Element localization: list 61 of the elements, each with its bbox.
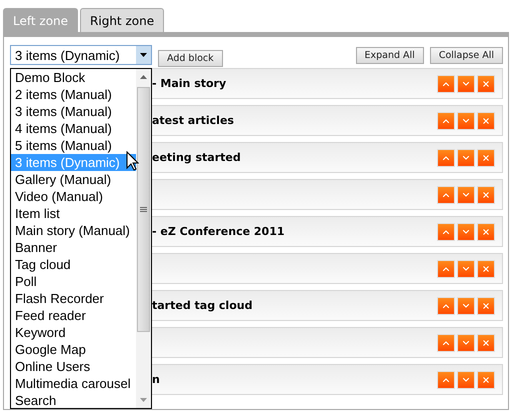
dropdown-option[interactable]: Demo Block (11, 69, 136, 86)
add-block-button[interactable]: Add block (158, 50, 223, 66)
block-type-select[interactable]: 3 items (Dynamic) (10, 45, 152, 65)
dropdown-option[interactable]: Item list (11, 205, 136, 222)
move-down-icon[interactable] (457, 260, 475, 278)
dropdown-option[interactable]: 5 items (Manual) (11, 137, 136, 154)
block-title: n (152, 373, 160, 386)
close-icon[interactable] (477, 74, 495, 92)
dropdown-option[interactable]: 4 items (Manual) (11, 120, 136, 137)
move-up-icon[interactable] (437, 370, 455, 388)
move-down-icon[interactable] (457, 74, 475, 92)
move-down-icon[interactable] (457, 148, 475, 166)
dropdown-option[interactable]: Search (11, 392, 136, 409)
move-up-icon[interactable] (437, 334, 455, 352)
close-icon[interactable] (477, 112, 495, 130)
move-up-icon[interactable] (437, 222, 455, 240)
move-up-icon[interactable] (437, 260, 455, 278)
close-icon[interactable] (477, 186, 495, 204)
close-icon[interactable] (477, 260, 495, 278)
dropdown-option[interactable]: Poll (11, 273, 136, 290)
dropdown-option[interactable]: Online Users (11, 358, 136, 375)
close-icon[interactable] (477, 296, 495, 314)
move-down-icon[interactable] (457, 296, 475, 314)
block-title: - Main story (152, 77, 226, 90)
dropdown-option[interactable]: Gallery (Manual) (11, 171, 136, 188)
block-title: tarted tag cloud (152, 299, 252, 312)
dropdown-option[interactable]: Keyword (11, 324, 136, 341)
move-down-icon[interactable] (457, 334, 475, 352)
dropdown-option[interactable]: 3 items (Manual) (11, 103, 136, 120)
move-up-icon[interactable] (437, 74, 455, 92)
expand-all-button[interactable]: Expand All (356, 46, 424, 64)
block-title: eeting started (152, 151, 241, 164)
dropdown-option[interactable]: Multimedia carousel (11, 375, 136, 392)
scrollbar-thumb[interactable] (137, 87, 150, 332)
close-icon[interactable] (477, 148, 495, 166)
mouse-cursor-icon (126, 151, 139, 171)
dropdown-option[interactable]: 2 items (Manual) (11, 86, 136, 103)
move-down-icon[interactable] (457, 186, 475, 204)
zone-tab[interactable]: Right zone (80, 8, 164, 32)
move-up-icon[interactable] (437, 186, 455, 204)
scroll-down-icon[interactable] (140, 398, 147, 402)
close-icon[interactable] (477, 370, 495, 388)
scroll-up-icon[interactable] (140, 75, 147, 79)
block-title: - eZ Conference 2011 (152, 225, 285, 238)
block-title: atest articles (152, 114, 234, 127)
move-up-icon[interactable] (437, 148, 455, 166)
move-down-icon[interactable] (457, 370, 475, 388)
close-icon[interactable] (477, 222, 495, 240)
move-up-icon[interactable] (437, 296, 455, 314)
move-up-icon[interactable] (437, 112, 455, 130)
dropdown-option[interactable]: Google Map (11, 341, 136, 358)
dropdown-option[interactable]: Main story (Manual) (11, 222, 136, 239)
dropdown-option[interactable]: Feed reader (11, 307, 136, 324)
dropdown-option[interactable]: Tag cloud (11, 256, 136, 273)
close-icon[interactable] (477, 334, 495, 352)
dropdown-option[interactable]: Flash Recorder (11, 290, 136, 307)
move-down-icon[interactable] (457, 222, 475, 240)
dropdown-option[interactable]: Video (Manual) (11, 188, 136, 205)
move-down-icon[interactable] (457, 112, 475, 130)
dropdown-option[interactable]: Banner (11, 239, 136, 256)
collapse-all-button[interactable]: Collapse All (430, 46, 503, 64)
